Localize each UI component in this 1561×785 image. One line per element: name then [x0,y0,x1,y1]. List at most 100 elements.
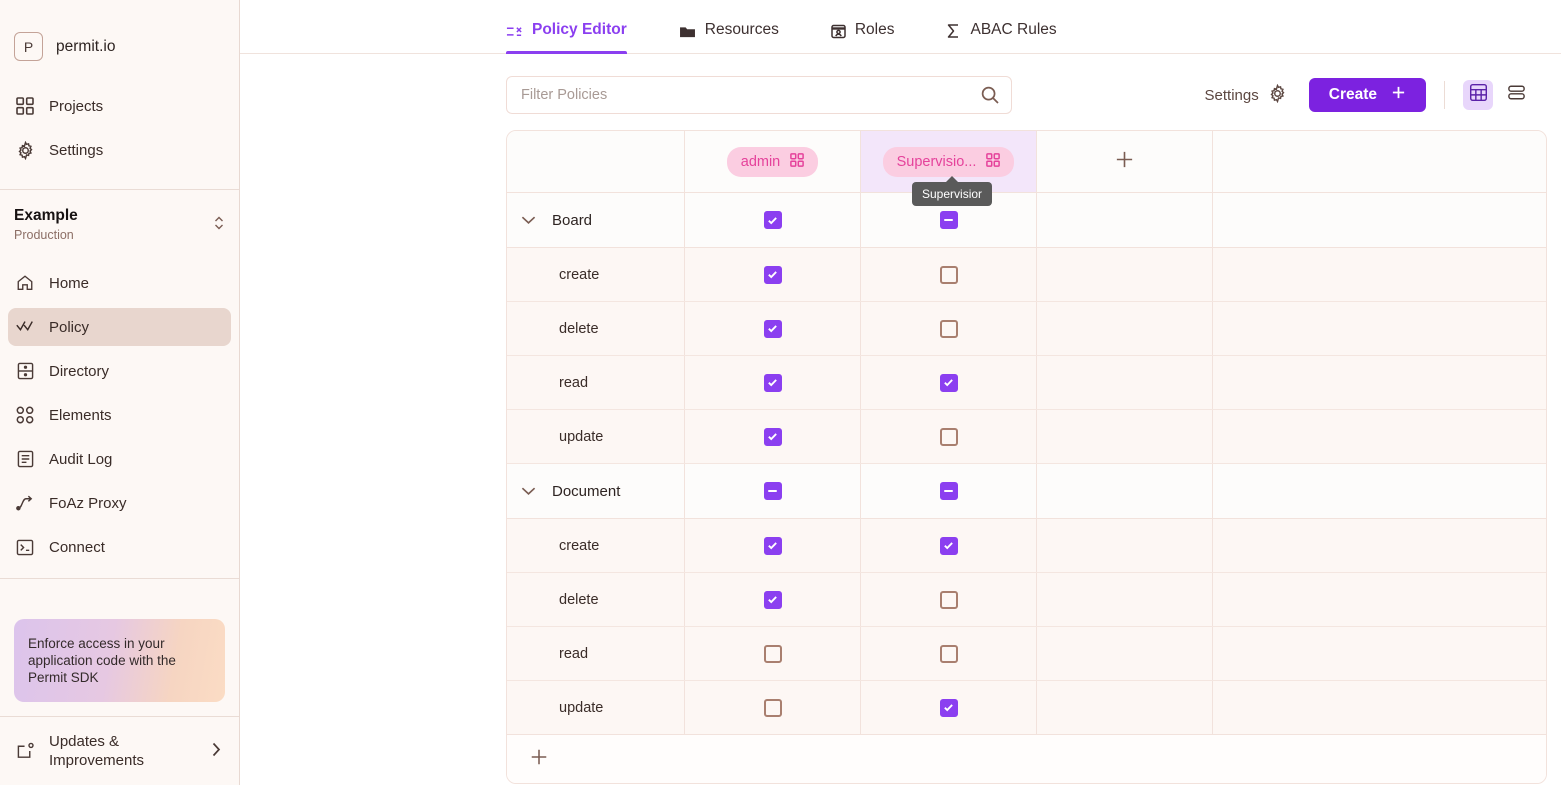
role-chip-label: admin [741,154,781,170]
tab-resources[interactable]: Resources [679,0,803,53]
checkbox-cell[interactable] [861,302,1037,355]
sidebar-item-audit-log[interactable]: Audit Log [8,440,231,478]
environment-name: Production [14,228,213,242]
permission-checkbox[interactable] [940,320,958,338]
checkbox-cell[interactable] [685,193,861,247]
environment-selector[interactable]: Example Production [0,198,239,252]
permission-checkbox[interactable] [764,645,782,663]
permission-checkbox[interactable] [940,591,958,609]
checkbox-cell[interactable] [685,302,861,355]
search-icon[interactable] [980,85,1000,110]
tab-abac-rules[interactable]: ABAC Rules [946,0,1080,53]
action-cell: update [507,681,685,734]
checkbox-cell[interactable] [861,627,1037,680]
checkbox-cell[interactable] [685,464,861,518]
tab-roles[interactable]: Roles [831,0,919,53]
sdk-promo-card[interactable]: Enforce access in your application code … [14,619,225,702]
chevron-updown-icon [213,214,225,234]
sidebar-item-updates[interactable]: Updates & Improvements [8,729,231,773]
permission-checkbox[interactable] [764,266,782,284]
home-icon [14,272,36,294]
settings-button[interactable]: Settings [1205,84,1287,107]
permission-checkbox[interactable] [764,211,782,229]
checkbox-cell[interactable] [685,573,861,626]
role-chip-admin[interactable]: admin [727,147,819,177]
sidebar-item-elements[interactable]: Elements [8,396,231,434]
checkbox-cell[interactable] [685,248,861,301]
add-resource-row[interactable] [507,735,1546,783]
resource-cell-document[interactable]: Document [507,464,685,518]
checkbox-cell[interactable] [685,627,861,680]
table-row: read [507,627,1546,681]
checkbox-cell[interactable] [861,519,1037,572]
gear-icon [14,139,36,161]
checkbox-cell[interactable] [685,410,861,463]
resource-cell-board[interactable]: Board [507,193,685,247]
permission-checkbox[interactable] [940,211,958,229]
table-row: Board [507,193,1546,248]
checkbox-cell[interactable] [685,681,861,734]
create-label: Create [1329,86,1377,104]
checkbox-cell[interactable] [861,681,1037,734]
foaz-proxy-icon [14,492,36,514]
table-view-button[interactable] [1463,80,1493,110]
sidebar-item-projects[interactable]: Projects [8,87,231,125]
action-name: update [507,429,603,445]
list-view-button[interactable] [1501,80,1531,110]
grid-icon [986,153,1000,171]
chevron-down-icon[interactable] [521,215,536,225]
permission-checkbox[interactable] [764,482,782,500]
permission-checkbox[interactable] [940,428,958,446]
permission-checkbox[interactable] [764,428,782,446]
environment-selector-section: Example Production Home [0,190,239,579]
sidebar-item-label: Policy [49,319,89,336]
grid-icon [790,153,804,171]
permission-checkbox[interactable] [764,320,782,338]
brand[interactable]: P permit.io [0,0,239,81]
sidebar-item-home[interactable]: Home [8,264,231,302]
permission-checkbox[interactable] [764,374,782,392]
checkbox-cell[interactable] [861,410,1037,463]
permission-checkbox[interactable] [764,699,782,717]
add-resource-plus-icon[interactable] [529,747,549,771]
checkbox-cell[interactable] [861,356,1037,409]
row-filler [1213,410,1546,463]
checkbox-cell[interactable] [861,248,1037,301]
role-chip-supervisior[interactable]: Supervisio... [883,147,1015,177]
create-button[interactable]: Create [1309,78,1426,112]
checkbox-cell[interactable] [861,464,1037,518]
add-role-plus-icon[interactable] [1114,149,1135,174]
tab-label: Policy Editor [532,21,627,39]
sidebar-item-directory[interactable]: Directory [8,352,231,390]
permission-checkbox[interactable] [940,266,958,284]
permission-checkbox[interactable] [940,699,958,717]
permission-checkbox[interactable] [764,591,782,609]
permission-checkbox[interactable] [940,482,958,500]
search-input[interactable] [506,76,1012,114]
checkbox-cell[interactable] [861,573,1037,626]
chevron-down-icon[interactable] [521,486,536,496]
sidebar-item-foaz-proxy[interactable]: FoAz Proxy [8,484,231,522]
list-view-icon [1507,83,1526,107]
permission-checkbox[interactable] [764,537,782,555]
row-filler [1213,464,1546,518]
action-name: read [507,375,588,391]
sidebar-item-label: Settings [49,142,103,159]
permission-checkbox[interactable] [940,537,958,555]
checkbox-cell[interactable] [685,519,861,572]
permission-checkbox[interactable] [940,374,958,392]
sidebar-item-connect[interactable]: Connect [8,528,231,566]
sidebar-item-settings[interactable]: Settings [8,131,231,169]
sidebar-nav: Home Policy [0,252,239,566]
permission-checkbox[interactable] [940,645,958,663]
role-column-admin: admin [685,131,861,192]
sidebar-bottom-section: Updates & Improvements [0,716,239,785]
empty-cell [1037,302,1213,355]
sidebar-item-label: Connect [49,539,105,556]
sidebar-item-label: Projects [49,98,103,115]
tab-policy-editor[interactable]: Policy Editor [506,0,651,53]
gear-icon [1268,84,1287,107]
sidebar-item-policy[interactable]: Policy [8,308,231,346]
checkbox-cell[interactable] [685,356,861,409]
role-chip-label: Supervisio... [897,154,977,170]
